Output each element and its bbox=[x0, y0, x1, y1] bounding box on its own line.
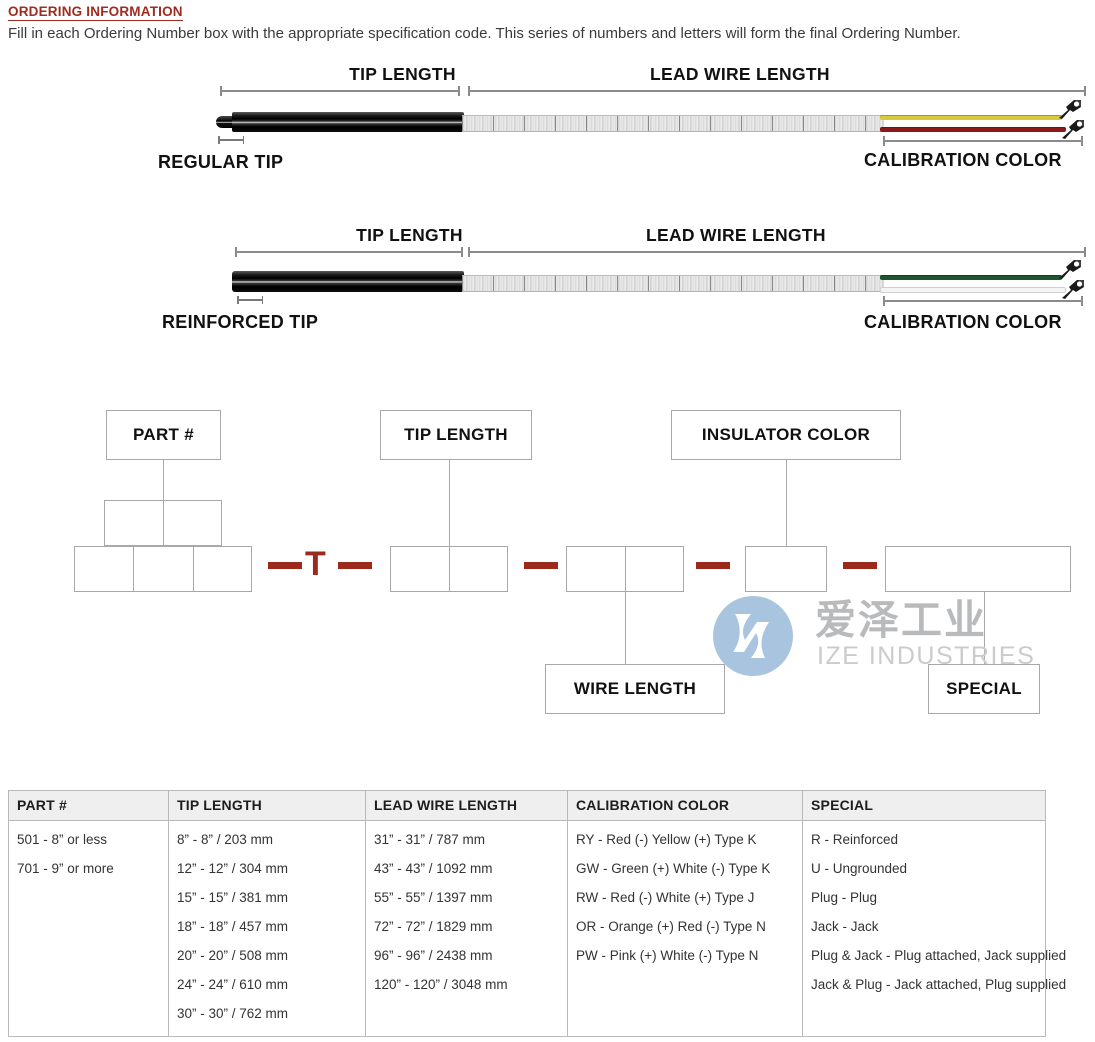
cell-line: RY - Red (-) Yellow (+) Type K bbox=[576, 821, 794, 854]
regular-lead-wire-length-label: LEAD WIRE LENGTH bbox=[470, 64, 1095, 85]
cell-line: U - Ungrounded bbox=[811, 854, 1037, 883]
cell-line: 701 - 9” or more bbox=[17, 854, 160, 883]
cell-line: 8” - 8” / 203 mm bbox=[177, 821, 357, 854]
cell-line: 31” - 31” / 787 mm bbox=[374, 821, 559, 854]
cell-line: 30” - 30” / 762 mm bbox=[177, 999, 357, 1028]
regular-spade-terminal-positive bbox=[1057, 98, 1083, 120]
insulator-color-slot[interactable] bbox=[745, 546, 827, 592]
part-lower-divider-2 bbox=[193, 546, 194, 592]
regular-tip-dimension-line bbox=[220, 86, 460, 96]
cell-line: 18” - 18” / 457 mm bbox=[177, 912, 357, 941]
reinforced-wire-positive bbox=[880, 275, 1062, 280]
part-lower-row[interactable] bbox=[74, 546, 252, 592]
reinforced-lead-wire-length-label: LEAD WIRE LENGTH bbox=[470, 225, 1095, 246]
th-special: SPECIAL bbox=[803, 791, 1046, 821]
cell-line: R - Reinforced bbox=[811, 821, 1037, 854]
regular-tip-name-label: REGULAR TIP bbox=[158, 152, 283, 173]
part-lower-divider-1 bbox=[133, 546, 134, 592]
reinforced-calibration-color-label: CALIBRATION COLOR bbox=[864, 312, 1062, 333]
cell-line: GW - Green (+) White (-) Type K bbox=[576, 854, 794, 883]
reinforced-tip-name-label: REINFORCED TIP bbox=[162, 312, 318, 333]
reinforced-tip-dimension-line bbox=[235, 247, 463, 257]
reinforced-tip-diameter-marker bbox=[237, 296, 263, 304]
regular-probe-sheath bbox=[232, 112, 464, 132]
wire-length-divider bbox=[625, 546, 626, 592]
reinforced-lead-dimension-line bbox=[468, 247, 1086, 257]
th-tip-length: TIP LENGTH bbox=[169, 791, 366, 821]
part-upper-divider bbox=[163, 500, 164, 546]
page-title: ORDERING INFORMATION bbox=[8, 5, 183, 21]
table-body-row: 501 - 8” or less 701 - 9” or more 8” - 8… bbox=[9, 821, 1046, 1037]
td-tip-length: 8” - 8” / 203 mm 12” - 12” / 304 mm 15” … bbox=[169, 821, 366, 1037]
watermark-cn-text: 爱泽工业 bbox=[815, 598, 987, 642]
cell-line: PW - Pink (+) White (-) Type N bbox=[576, 941, 794, 970]
cell-line: 72” - 72” / 1829 mm bbox=[374, 912, 559, 941]
regular-calibration-dimension-line bbox=[883, 136, 1083, 146]
separator-dash-5 bbox=[843, 562, 877, 569]
regular-calibration-color-label: CALIBRATION COLOR bbox=[864, 150, 1062, 171]
cell-line: 43” - 43” / 1092 mm bbox=[374, 854, 559, 883]
cell-line: 15” - 15” / 381 mm bbox=[177, 883, 357, 912]
cell-line: 20” - 20” / 508 mm bbox=[177, 941, 357, 970]
specification-table: PART # TIP LENGTH LEAD WIRE LENGTH CALIB… bbox=[8, 790, 1046, 1037]
table-header-row: PART # TIP LENGTH LEAD WIRE LENGTH CALIB… bbox=[9, 791, 1046, 821]
reinforced-probe-sheath bbox=[232, 271, 464, 292]
separator-dash-2 bbox=[338, 562, 372, 569]
special-slot[interactable] bbox=[885, 546, 1071, 592]
td-part-number: 501 - 8” or less 701 - 9” or more bbox=[9, 821, 169, 1037]
cell-line: 12” - 12” / 304 mm bbox=[177, 854, 357, 883]
leader-insulator-color bbox=[786, 460, 787, 546]
regular-wire-negative bbox=[880, 127, 1066, 132]
order-label-part-number: PART # bbox=[106, 410, 221, 460]
ordering-information-page: ORDERING INFORMATION Fill in each Orderi… bbox=[0, 0, 1095, 1042]
cell-line: 96” - 96” / 2438 mm bbox=[374, 941, 559, 970]
cell-line: Plug & Jack - Plug attached, Jack suppli… bbox=[811, 941, 1037, 970]
cell-line: 120” - 120” / 3048 mm bbox=[374, 970, 559, 999]
order-label-insulator-color: INSULATOR COLOR bbox=[671, 410, 901, 460]
reinforced-lead-wire bbox=[462, 275, 884, 292]
page-subtitle: Fill in each Ordering Number box with th… bbox=[8, 25, 961, 43]
th-part-number: PART # bbox=[9, 791, 169, 821]
cell-line: RW - Red (-) White (+) Type J bbox=[576, 883, 794, 912]
regular-lead-dimension-line bbox=[468, 86, 1086, 96]
td-special: R - Reinforced U - Ungrounded Plug - Plu… bbox=[803, 821, 1046, 1037]
reinforced-calibration-dimension-line bbox=[883, 296, 1083, 306]
separator-dash-3 bbox=[524, 562, 558, 569]
reinforced-spade-terminal-positive bbox=[1057, 258, 1083, 280]
td-calibration-color: RY - Red (-) Yellow (+) Type K GW - Gree… bbox=[568, 821, 803, 1037]
leader-wire-length bbox=[625, 592, 626, 664]
order-label-wire-length: WIRE LENGTH bbox=[545, 664, 725, 714]
separator-letter-t: T bbox=[305, 547, 326, 581]
regular-tip-diameter-marker bbox=[218, 136, 244, 144]
leader-part-number bbox=[163, 460, 164, 500]
cell-line: OR - Orange (+) Red (-) Type N bbox=[576, 912, 794, 941]
order-label-special: SPECIAL bbox=[928, 664, 1040, 714]
regular-lead-wire bbox=[462, 115, 884, 132]
cell-line: 24” - 24” / 610 mm bbox=[177, 970, 357, 999]
regular-wire-positive bbox=[880, 115, 1062, 120]
reinforced-wire-negative bbox=[880, 287, 1066, 293]
cell-line: Jack & Plug - Jack attached, Plug suppli… bbox=[811, 970, 1037, 999]
separator-dash-4 bbox=[696, 562, 730, 569]
td-lead-wire-length: 31” - 31” / 787 mm 43” - 43” / 1092 mm 5… bbox=[366, 821, 568, 1037]
tip-length-divider bbox=[449, 546, 450, 592]
leader-special bbox=[984, 592, 985, 664]
separator-dash-1 bbox=[268, 562, 302, 569]
th-lead-wire-length: LEAD WIRE LENGTH bbox=[366, 791, 568, 821]
leader-tip-length bbox=[449, 460, 450, 546]
cell-line: 55” - 55” / 1397 mm bbox=[374, 883, 559, 912]
th-calibration-color: CALIBRATION COLOR bbox=[568, 791, 803, 821]
cell-line: 501 - 8” or less bbox=[17, 821, 160, 854]
order-label-tip-length: TIP LENGTH bbox=[380, 410, 532, 460]
cell-line: Jack - Jack bbox=[811, 912, 1037, 941]
cell-line: Plug - Plug bbox=[811, 883, 1037, 912]
